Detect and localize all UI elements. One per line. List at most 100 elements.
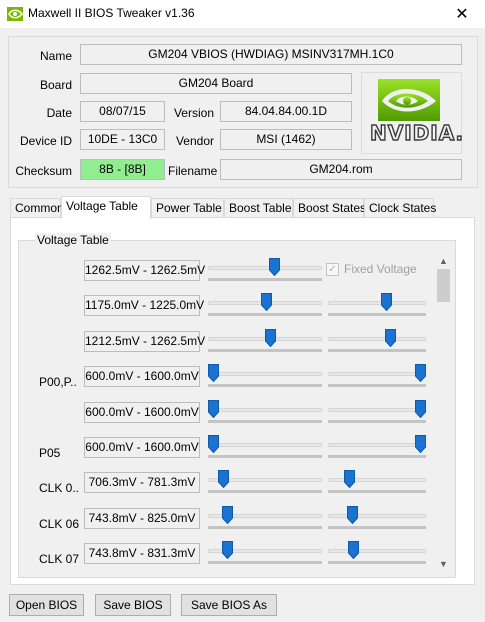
slider-track bbox=[328, 478, 426, 482]
version-field[interactable]: 84.04.84.00.1D bbox=[220, 101, 352, 122]
open-bios-button[interactable]: Open BIOS bbox=[9, 594, 84, 616]
close-button[interactable]: ✕ bbox=[439, 0, 485, 28]
max-voltage-slider[interactable] bbox=[328, 400, 426, 424]
scroll-down-icon[interactable]: ▼ bbox=[435, 555, 452, 572]
window-title: Maxwell II BIOS Tweaker v1.36 bbox=[28, 6, 195, 20]
slider-thumb[interactable] bbox=[348, 541, 359, 560]
row-label: CLK 07 bbox=[39, 552, 80, 566]
voltage-range-field[interactable]: 743.8mV - 825.0mV bbox=[84, 508, 200, 529]
slider-track bbox=[208, 372, 322, 376]
slider-thumb[interactable] bbox=[208, 400, 219, 419]
max-voltage-slider[interactable] bbox=[328, 329, 426, 353]
voltage-range-field[interactable]: 600.0mV - 1600.0mV bbox=[84, 366, 200, 387]
slider-thumb[interactable] bbox=[208, 435, 219, 454]
checkmark-icon: ✓ bbox=[326, 262, 339, 276]
voltage-range-field[interactable]: 743.8mV - 831.3mV bbox=[84, 543, 200, 564]
min-voltage-slider[interactable] bbox=[208, 364, 322, 388]
max-voltage-slider[interactable] bbox=[328, 364, 426, 388]
slider-ticks bbox=[208, 490, 322, 493]
vertical-scrollbar[interactable]: ▲ ▼ bbox=[435, 252, 452, 572]
slider-thumb[interactable] bbox=[222, 506, 233, 525]
date-field[interactable]: 08/07/15 bbox=[80, 101, 165, 122]
min-voltage-slider[interactable] bbox=[208, 329, 322, 353]
tab-common[interactable]: Common bbox=[10, 198, 64, 218]
slider-thumb[interactable] bbox=[381, 293, 392, 312]
tab-clock-states-label: Clock States bbox=[369, 201, 437, 215]
checksum-field[interactable]: 8B - [8B] bbox=[80, 159, 165, 180]
min-voltage-slider[interactable] bbox=[208, 400, 322, 424]
voltage-range-field[interactable]: 600.0mV - 1600.0mV bbox=[84, 402, 200, 423]
slider-ticks bbox=[208, 384, 322, 387]
slider-thumb[interactable] bbox=[415, 400, 426, 419]
scroll-up-icon[interactable]: ▲ bbox=[435, 252, 452, 269]
max-voltage-slider[interactable] bbox=[328, 506, 426, 530]
tab-boost-table[interactable]: Boost Table bbox=[224, 198, 293, 218]
voltage-table-group-title: Voltage Table bbox=[35, 233, 111, 247]
slider-thumb[interactable] bbox=[218, 470, 229, 489]
slider-thumb[interactable] bbox=[261, 293, 272, 312]
filename-field[interactable]: GM204.rom bbox=[220, 159, 462, 180]
row-label: CLK 0.. bbox=[39, 481, 80, 495]
slider-track bbox=[208, 443, 322, 447]
board-field[interactable]: GM204 Board bbox=[80, 73, 352, 94]
fixed-voltage-label: Fixed Voltage bbox=[344, 262, 417, 276]
slider-thumb[interactable] bbox=[269, 258, 280, 277]
min-voltage-slider[interactable] bbox=[208, 435, 322, 459]
slider-ticks bbox=[208, 420, 322, 423]
close-icon: ✕ bbox=[455, 6, 469, 23]
nvidia-logo-text: NVIDIA. bbox=[369, 120, 465, 145]
slider-thumb[interactable] bbox=[415, 435, 426, 454]
tab-voltage-table[interactable]: Voltage Table bbox=[61, 196, 151, 219]
voltage-range-field[interactable]: 706.3mV - 781.3mV bbox=[84, 472, 200, 493]
slider-ticks bbox=[328, 420, 426, 423]
slider-thumb[interactable] bbox=[415, 364, 426, 383]
voltage-range-field[interactable]: 600.0mV - 1600.0mV bbox=[84, 437, 200, 458]
max-voltage-slider[interactable] bbox=[328, 435, 426, 459]
slider-ticks bbox=[208, 455, 322, 458]
min-voltage-slider[interactable] bbox=[208, 470, 322, 494]
tab-boost-table-label: Boost Table bbox=[229, 201, 292, 215]
slider-thumb[interactable] bbox=[222, 541, 233, 560]
slider-thumb[interactable] bbox=[208, 364, 219, 383]
slider-thumb[interactable] bbox=[347, 506, 358, 525]
nvidia-logo: NVIDIA. bbox=[361, 72, 465, 154]
slider-ticks bbox=[208, 561, 322, 564]
vendor-field[interactable]: MSI (1462) bbox=[220, 129, 352, 150]
scroll-thumb[interactable] bbox=[437, 269, 450, 302]
min-voltage-slider[interactable] bbox=[208, 506, 322, 530]
slider-ticks bbox=[208, 278, 322, 281]
min-voltage-slider[interactable] bbox=[208, 258, 322, 282]
voltage-range-field[interactable]: 1212.5mV - 1262.5mV bbox=[84, 331, 205, 352]
name-label: Name bbox=[39, 49, 72, 63]
tab-clock-states[interactable]: Clock States bbox=[364, 198, 437, 218]
tab-power-table[interactable]: Power Table bbox=[151, 198, 224, 218]
nvidia-eye-icon bbox=[7, 7, 23, 21]
slider-ticks bbox=[208, 313, 322, 316]
save-bios-as-button[interactable]: Save BIOS As bbox=[181, 594, 277, 616]
max-voltage-slider[interactable] bbox=[328, 293, 426, 317]
min-voltage-slider[interactable] bbox=[208, 541, 322, 565]
slider-track bbox=[328, 514, 426, 518]
device-id-label: Device ID bbox=[19, 134, 72, 148]
tab-boost-states[interactable]: Boost States bbox=[293, 198, 366, 218]
voltage-range-field[interactable]: 1175.0mV - 1225.0mV bbox=[84, 295, 204, 316]
slider-thumb[interactable] bbox=[344, 470, 355, 489]
slider-ticks bbox=[208, 526, 322, 529]
device-id-field[interactable]: 10DE - 13C0 bbox=[80, 129, 165, 150]
slider-ticks bbox=[328, 384, 426, 387]
row-label: P05 bbox=[39, 446, 61, 460]
fixed-voltage-checkbox[interactable]: ✓ Fixed Voltage bbox=[326, 262, 417, 276]
voltage-range-field[interactable]: 1262.5mV - 1262.5mV bbox=[84, 260, 205, 281]
save-bios-button[interactable]: Save BIOS bbox=[95, 594, 171, 616]
slider-thumb[interactable] bbox=[385, 329, 396, 348]
version-label: Version bbox=[173, 106, 214, 120]
slider-track bbox=[328, 443, 426, 447]
row-label: P00,P.. bbox=[39, 375, 77, 389]
max-voltage-slider[interactable] bbox=[328, 541, 426, 565]
filename-label: Filename bbox=[168, 164, 218, 178]
slider-thumb[interactable] bbox=[265, 329, 276, 348]
name-field[interactable]: GM204 VBIOS (HWDIAG) MSINV317MH.1C0 bbox=[80, 44, 462, 65]
slider-track bbox=[208, 408, 322, 412]
min-voltage-slider[interactable] bbox=[208, 293, 322, 317]
max-voltage-slider[interactable] bbox=[328, 470, 426, 494]
